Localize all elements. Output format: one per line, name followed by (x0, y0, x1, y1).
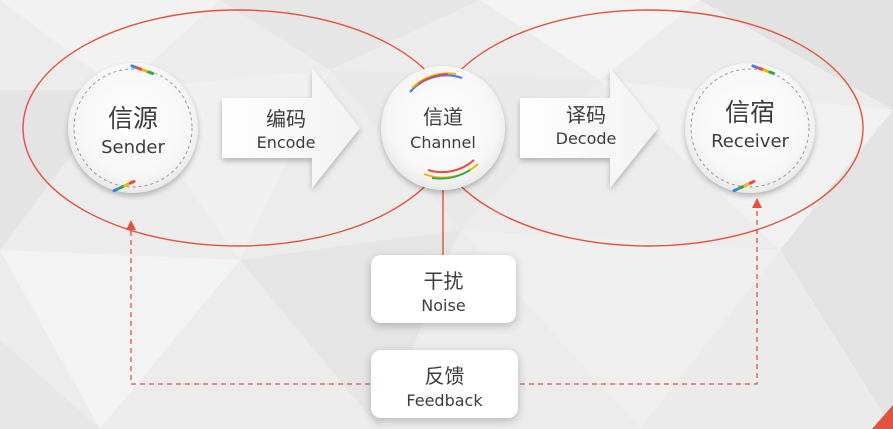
sender-label-zh: 信源 (107, 104, 158, 133)
noise-label-en: Noise (421, 296, 466, 315)
sender-node: 信源 Sender (83, 103, 183, 160)
decode-label-en: Decode (555, 129, 617, 148)
encode-label-en: Encode (256, 133, 316, 152)
communication-model-diagram: 信源 Sender 信道 Channel 信宿 Receiver 编码 Enco… (0, 0, 893, 429)
encode-label-zh: 编码 (266, 107, 306, 131)
encode-label: 编码 Encode (236, 106, 336, 153)
noise-label-zh: 干扰 (423, 269, 464, 293)
decode-label-zh: 译码 (566, 103, 606, 127)
channel-node: 信道 Channel (393, 104, 493, 154)
receiver-node: 信宿 Receiver (695, 97, 805, 154)
feedback-box: 反馈 Feedback (371, 350, 518, 418)
feedback-arrowhead-left (126, 220, 136, 230)
receiver-label-en: Receiver (711, 131, 789, 152)
feedback-label-zh: 反馈 (424, 364, 465, 388)
channel-label-zh: 信道 (423, 105, 463, 129)
decode-label: 译码 Decode (536, 102, 636, 149)
feedback-label-en: Feedback (406, 391, 483, 410)
sender-label-en: Sender (101, 137, 165, 158)
receiver-label-zh: 信宿 (724, 98, 775, 127)
noise-box: 干扰 Noise (371, 255, 516, 323)
channel-label-en: Channel (410, 133, 476, 152)
